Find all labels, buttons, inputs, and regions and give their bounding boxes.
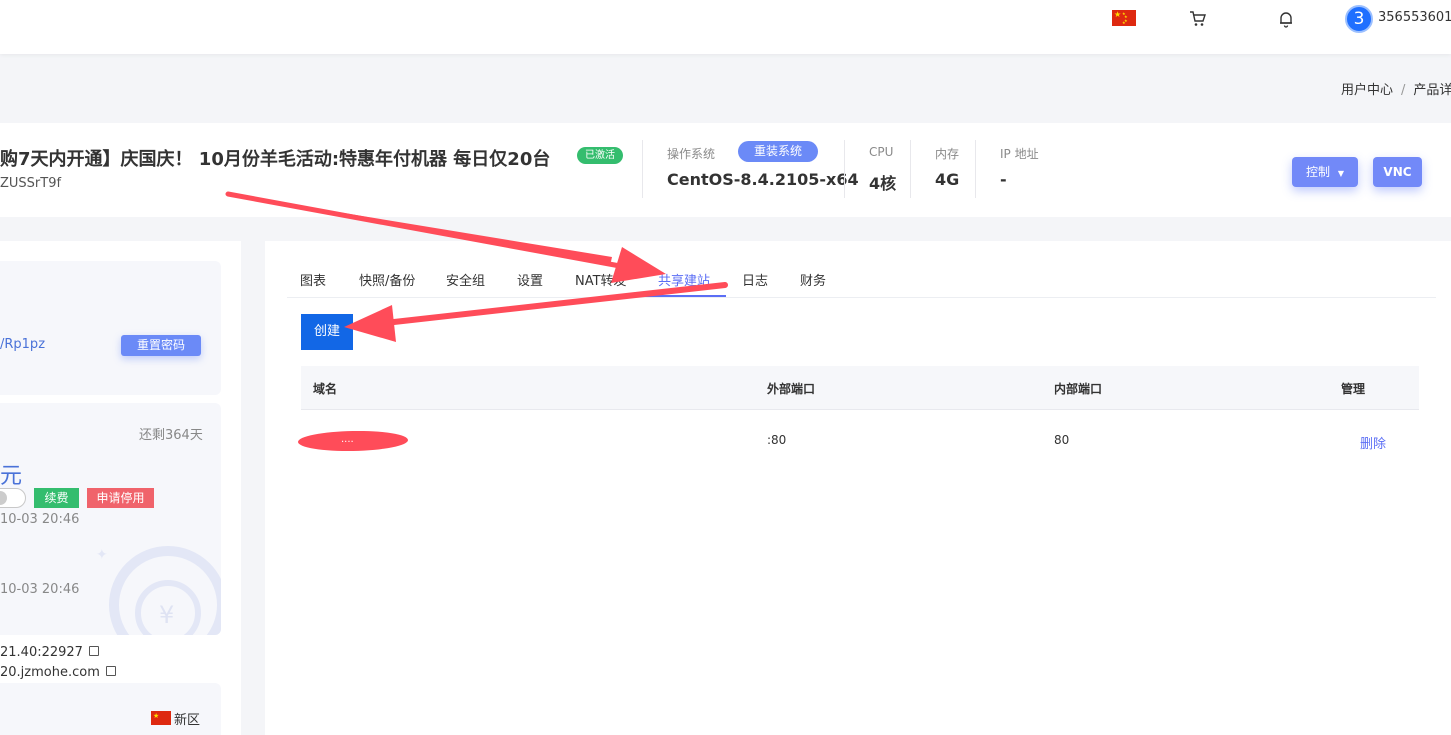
tab-nat[interactable]: NAT转发 [575,270,627,289]
table-cell-domain: .... [341,434,354,445]
breadcrumb-current: 产品详 [1413,83,1451,98]
create-button[interactable]: 创建 [301,314,353,350]
svg-text:¥: ¥ [159,601,174,629]
table-cell-external-port: :80 [767,433,787,447]
main-panel [265,241,1451,735]
ip-label: IP 地址 [1000,147,1039,161]
tab-bar: 图表 快照/备份 安全组 设置 NAT转发 共享建站 日志 财务 [287,258,1436,298]
breadcrumb-separator: / [1401,83,1406,98]
bell-icon[interactable] [1275,8,1297,30]
toggle-knob [0,491,7,505]
memory-value: 4G [935,170,960,189]
remaining-days: 还剩364天 [139,428,203,443]
cpu-value: 4核 [869,174,897,193]
start-date: 10-03 20:46 [0,512,80,527]
end-date: 10-03 20:46 [0,582,80,597]
os-value: CentOS-8.4.2105-x64 [667,170,859,189]
delete-link[interactable]: 删除 [1360,433,1386,452]
reset-password-button[interactable]: 重置密码 [121,335,201,356]
price-suffix: 元 [0,464,23,489]
address-line-2: 20.jzmohe.com [0,665,116,680]
tab-security-group[interactable]: 安全组 [446,270,485,289]
address-line-1: 21.40:22927 [0,645,99,660]
copy-icon[interactable] [88,646,99,656]
cpu-label: CPU [869,145,894,159]
control-dropdown-button[interactable]: 控制 ▼ [1292,157,1358,187]
control-label: 控制 [1306,165,1331,179]
auto-renew-toggle[interactable] [0,488,26,508]
divider [910,140,911,198]
divider [975,140,976,198]
status-badge: 已激活 [577,147,623,164]
divider [642,140,643,198]
product-title: 购7天内开通】庆国庆！ 10月份羊毛活动:特惠年付机器 每日仅20台 [0,149,551,170]
renew-button[interactable]: 续费 [34,488,79,508]
copy-icon[interactable] [105,666,116,676]
column-header-external-port: 外部端口 [767,382,816,396]
password-card [0,261,221,395]
column-header-internal-port: 内部端口 [1054,382,1103,396]
column-header-domain: 域名 [313,382,338,396]
tab-charts[interactable]: 图表 [300,270,326,289]
china-flag-icon: ★ [151,711,171,725]
china-flag-icon[interactable]: ★ ★ ★ ★ ★ [1112,10,1136,26]
table-header: 域名 外部端口 内部端口 管理 [301,366,1419,410]
user-id[interactable]: 3565536019 [1378,10,1451,25]
tab-shared-hosting[interactable]: 共享建站 [658,270,710,289]
column-header-manage: 管理 [1341,382,1366,396]
divider [844,140,845,198]
coin-decoration-icon: ¥ ✦ [96,546,221,635]
tab-logs[interactable]: 日志 [742,270,768,289]
chevron-down-icon: ▼ [1337,169,1344,178]
breadcrumb-home[interactable]: 用户中心 [1341,83,1393,98]
address-2-text: 20.jzmohe.com [0,665,100,680]
region-name: 新区 [174,713,201,728]
breadcrumb: 用户中心 / 产品详 [1341,79,1451,98]
product-code: ZUSSrT9f [0,176,62,191]
os-label: 操作系统 [667,147,716,161]
vnc-button[interactable]: VNC [1373,157,1422,187]
memory-label: 内存 [935,147,960,161]
avatar[interactable]: 3 [1345,5,1373,33]
ip-value: - [1000,170,1007,189]
reinstall-button[interactable]: 重装系统 [738,141,818,162]
request-stop-button[interactable]: 申请停用 [87,488,154,508]
tab-snapshots[interactable]: 快照/备份 [359,270,415,289]
address-1-text: 21.40:22927 [0,645,83,660]
top-bar: ★ ★ ★ ★ ★ 3 3565536019 [0,0,1451,54]
password-text: /Rp1pz [0,337,46,352]
tab-finance[interactable]: 财务 [800,270,826,289]
table-cell-internal-port: 80 [1054,433,1070,447]
svg-text:✦: ✦ [96,547,108,563]
active-tab-indicator [642,295,726,297]
tab-settings[interactable]: 设置 [517,270,543,289]
cart-icon[interactable] [1187,8,1209,30]
